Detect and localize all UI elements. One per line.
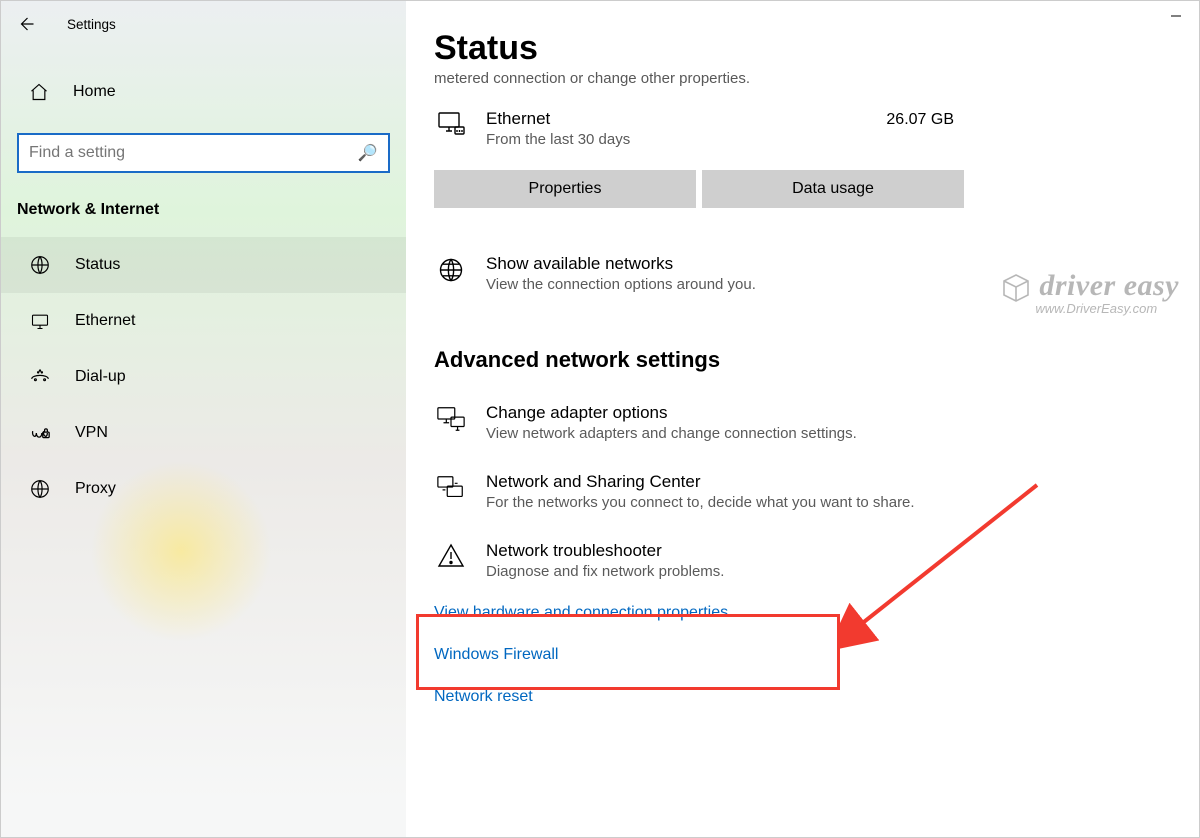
show-available-networks[interactable]: Show available networks View the connect… [434, 254, 1175, 293]
network-sharing-center[interactable]: Network and Sharing Center For the netwo… [434, 472, 1175, 511]
sharing-icon [434, 472, 468, 511]
monitor-network-icon [434, 109, 468, 141]
sidebar-item-dialup[interactable]: Dial-up [1, 349, 406, 405]
vpn-icon [29, 424, 51, 442]
sidebar-item-ethernet[interactable]: Ethernet [1, 293, 406, 349]
item-title: Network troubleshooter [486, 541, 724, 561]
search-icon: 🔍 [358, 143, 378, 163]
ethernet-buttons: Properties Data usage [434, 170, 964, 208]
dialup-icon [29, 368, 51, 386]
page-title: Status [434, 29, 1175, 68]
item-title: Network and Sharing Center [486, 472, 915, 492]
sidebar-item-label: Status [75, 256, 120, 274]
settings-sidebar: Settings Home 🔍 Network & Internet Statu… [1, 1, 406, 837]
truncated-description: metered connection or change other prope… [434, 70, 1175, 87]
main-panel: Status metered connection or change othe… [406, 1, 1199, 837]
back-button[interactable] [17, 15, 35, 33]
status-icon [29, 254, 51, 276]
link-network-reset[interactable]: Network reset [434, 688, 1175, 706]
properties-button[interactable]: Properties [434, 170, 696, 208]
change-adapter-options[interactable]: Change adapter options View network adap… [434, 403, 1175, 442]
item-title: Show available networks [486, 254, 756, 274]
item-title: Change adapter options [486, 403, 857, 423]
proxy-icon [29, 478, 51, 500]
data-usage-button[interactable]: Data usage [702, 170, 964, 208]
sidebar-item-label: Proxy [75, 480, 116, 498]
sidebar-item-vpn[interactable]: VPN [1, 405, 406, 461]
search-input-container[interactable]: 🔍 [17, 133, 390, 173]
home-icon [29, 82, 49, 102]
item-sub: View the connection options around you. [486, 276, 756, 293]
link-windows-firewall[interactable]: Windows Firewall [434, 646, 1175, 664]
ethernet-icon [29, 311, 51, 331]
item-sub: View network adapters and change connect… [486, 425, 857, 442]
ethernet-data-amount: 26.07 GB [886, 111, 954, 129]
sidebar-home-label: Home [73, 83, 116, 101]
advanced-settings-header: Advanced network settings [434, 347, 1175, 373]
window-controls [1153, 1, 1199, 31]
app-title: Settings [67, 17, 116, 32]
ethernet-summary: Ethernet From the last 30 days 26.07 GB [434, 109, 964, 148]
sidebar-item-label: VPN [75, 424, 108, 442]
adapter-icon [434, 403, 468, 442]
network-troubleshooter[interactable]: Network troubleshooter Diagnose and fix … [434, 541, 1175, 580]
item-sub: Diagnose and fix network problems. [486, 563, 724, 580]
ethernet-sub: From the last 30 days [486, 131, 964, 148]
link-hardware-properties[interactable]: View hardware and connection properties [434, 604, 1175, 622]
search-input[interactable] [29, 144, 358, 162]
sidebar-item-label: Ethernet [75, 312, 135, 330]
sidebar-item-status[interactable]: Status [1, 237, 406, 293]
sidebar-item-proxy[interactable]: Proxy [1, 461, 406, 517]
sidebar-home[interactable]: Home [1, 63, 406, 121]
minimize-button[interactable] [1153, 1, 1199, 31]
globe-icon [434, 254, 468, 293]
item-sub: For the networks you connect to, decide … [486, 494, 915, 511]
titlebar: Settings [1, 11, 406, 39]
warning-triangle-icon [434, 541, 468, 580]
sidebar-section-label: Network & Internet [1, 173, 406, 237]
sidebar-item-label: Dial-up [75, 368, 126, 386]
